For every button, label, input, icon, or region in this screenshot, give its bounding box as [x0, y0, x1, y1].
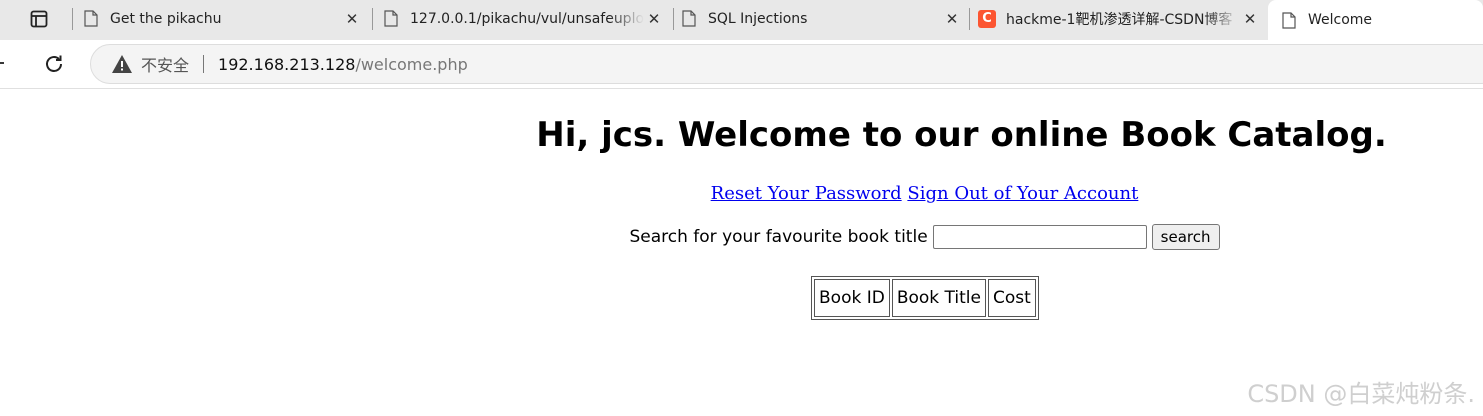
url-host[interactable]: 192.168.213.128: [218, 55, 355, 74]
tab-strip: Get the pikachu ✕ 127.0.0.1/pikachu/vul/…: [0, 0, 1483, 40]
tab-sql-injections[interactable]: SQL Injections ✕: [680, 0, 970, 37]
tab-separator: [372, 8, 373, 30]
page-icon: [382, 10, 400, 28]
tab-welcome-active[interactable]: Welcome: [1268, 0, 1483, 40]
tab-label: Welcome: [1308, 12, 1373, 28]
tab-label: Get the pikachu: [110, 10, 222, 27]
warning-icon[interactable]: [111, 53, 133, 75]
tab-separator: [673, 8, 674, 30]
book-table: Book ID Book Title Cost: [811, 276, 1039, 320]
tab-csdn-hackme[interactable]: C hackme-1靶机渗透详解-CSDN博客 ✕: [978, 0, 1268, 37]
close-icon[interactable]: ✕: [342, 9, 362, 29]
search-input[interactable]: [932, 225, 1147, 249]
column-header-cost: Cost: [987, 279, 1036, 317]
tab-label: SQL Injections: [708, 10, 808, 27]
reset-password-link[interactable]: Reset Your Password: [711, 183, 902, 204]
tab-separator: [72, 8, 73, 30]
column-header-book-title: Book Title: [891, 279, 986, 317]
search-label: Search for your favourite book title: [629, 227, 928, 247]
watermark: CSDN @白菜炖粉条.: [1247, 380, 1475, 408]
tab-get-the-pikachu[interactable]: Get the pikachu ✕: [82, 0, 370, 37]
csdn-icon: C: [978, 9, 996, 28]
back-arrow-icon[interactable]: [0, 52, 10, 74]
page-icon: [680, 10, 698, 28]
close-icon[interactable]: ✕: [942, 9, 962, 29]
reload-icon[interactable]: [42, 52, 66, 76]
address-bar[interactable]: 不安全 192.168.213.128/welcome.php: [90, 44, 1483, 84]
tab-unsafe-upload[interactable]: 127.0.0.1/pikachu/vul/unsafeupload ✕: [382, 0, 672, 37]
address-divider: [203, 55, 205, 73]
column-header-book-id: Book ID: [814, 279, 890, 317]
search-button[interactable]: search: [1151, 224, 1220, 250]
window-menu-icon[interactable]: [28, 8, 50, 30]
security-label[interactable]: 不安全: [141, 52, 189, 76]
tab-label: hackme-1靶机渗透详解-CSDN博客: [1006, 11, 1233, 28]
page-icon: [1280, 11, 1298, 29]
close-icon[interactable]: ✕: [644, 9, 664, 29]
browser-toolbar: 不安全 192.168.213.128/welcome.php: [0, 40, 1483, 89]
tab-label: 127.0.0.1/pikachu/vul/unsafeupload: [410, 10, 644, 27]
search-form: Search for your favourite book title sea…: [0, 224, 1483, 250]
page-heading: Hi, jcs. Welcome to our online Book Cata…: [536, 115, 1387, 155]
table-header-row: Book ID Book Title Cost: [814, 279, 1036, 317]
close-icon[interactable]: ✕: [1240, 9, 1260, 29]
url-path[interactable]: /welcome.php: [355, 55, 467, 74]
account-links: Reset Your Password Sign Out of Your Acc…: [0, 183, 1483, 204]
tab-separator: [969, 8, 970, 30]
sign-out-link[interactable]: Sign Out of Your Account: [907, 183, 1138, 204]
page-icon: [82, 10, 100, 28]
book-table-wrap: Book ID Book Title Cost: [811, 276, 1039, 320]
